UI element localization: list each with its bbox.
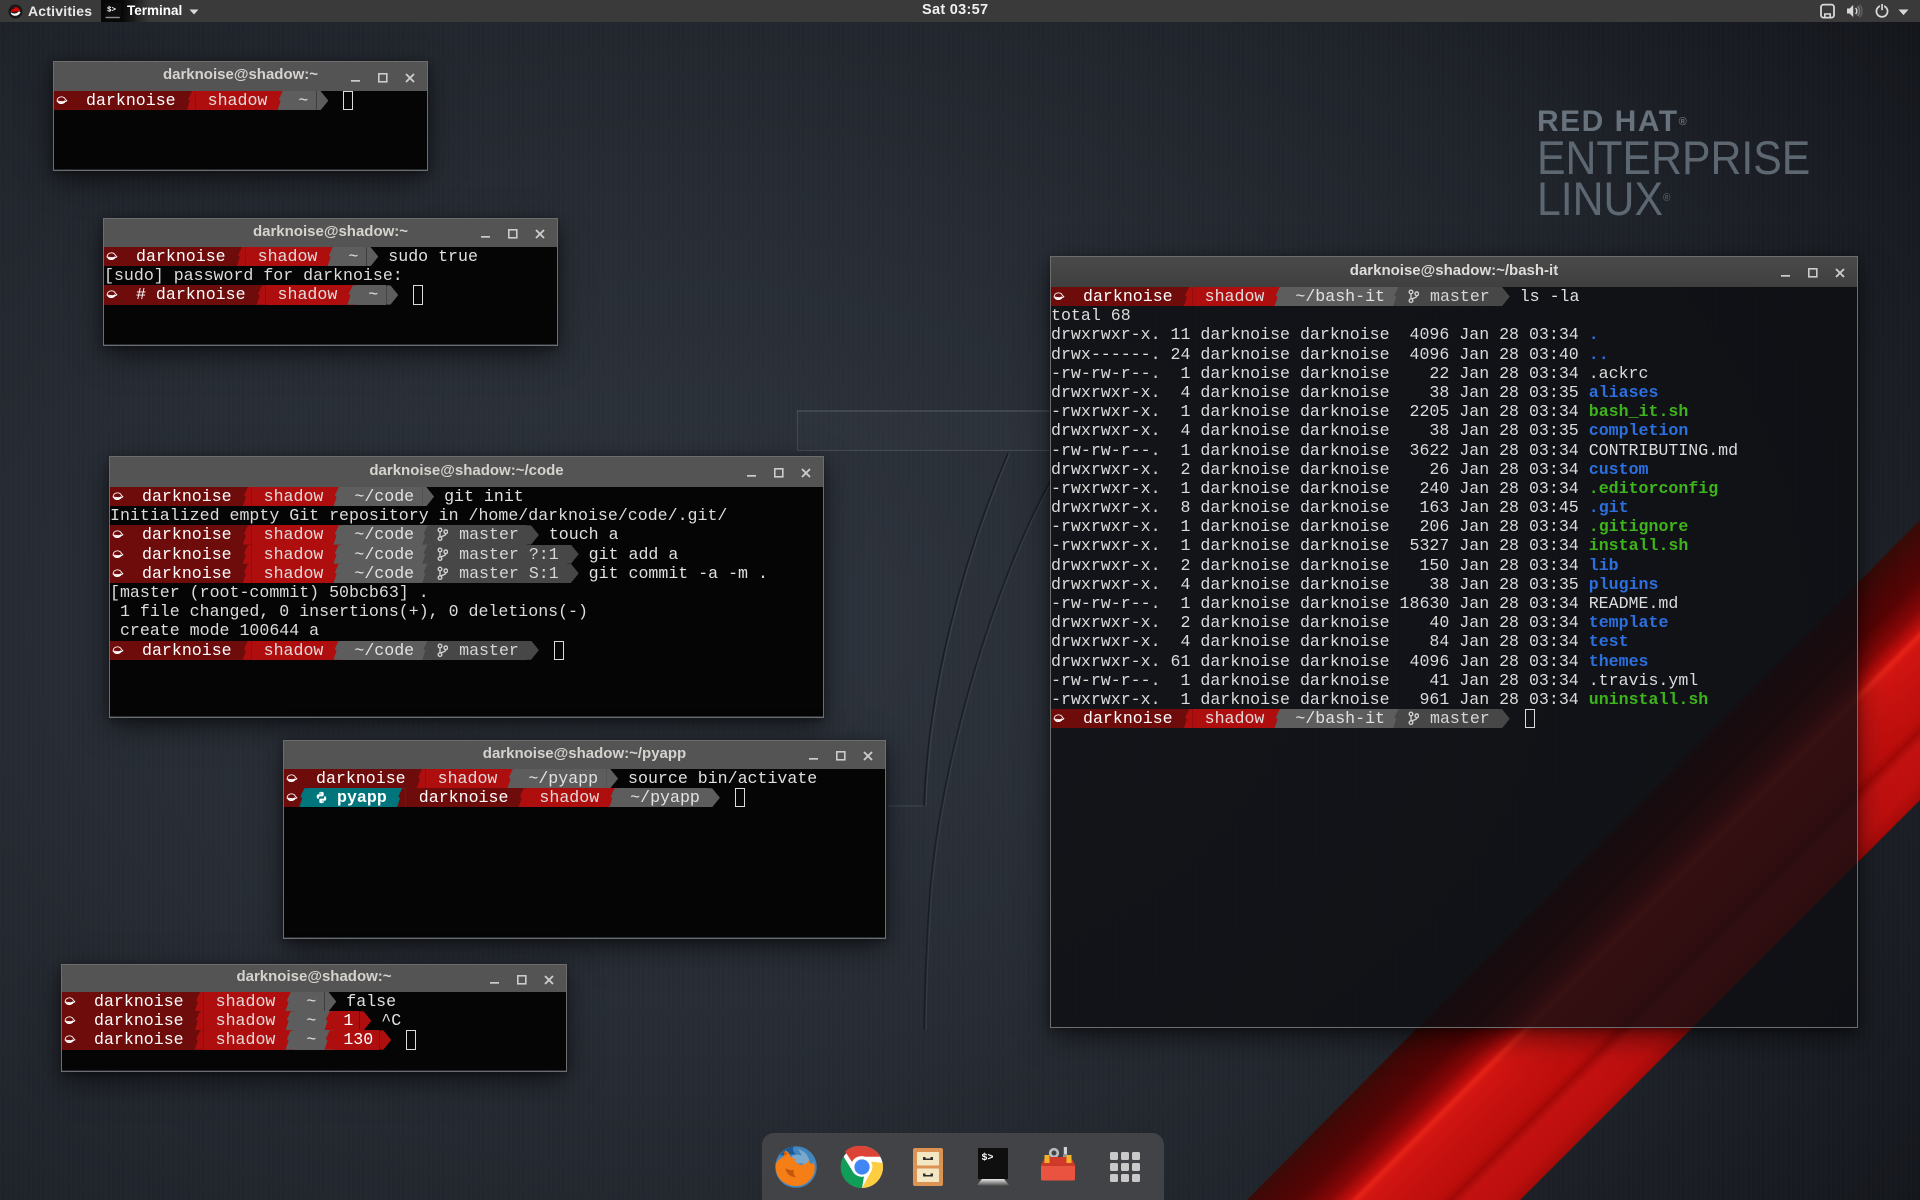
svg-text:$>: $> [982, 1152, 994, 1164]
svg-text:$>: $> [107, 7, 117, 15]
